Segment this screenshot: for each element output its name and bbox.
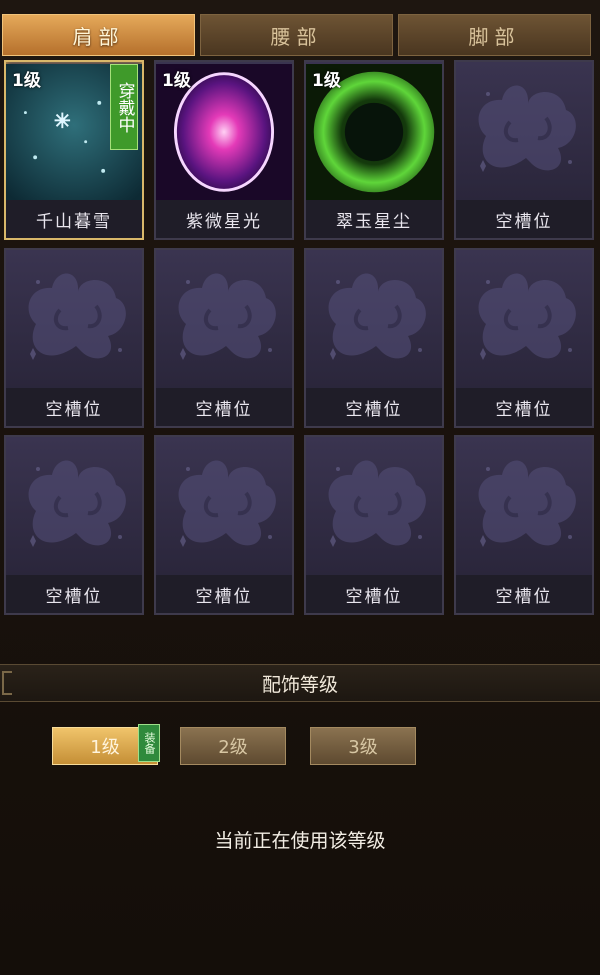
tab-feet[interactable]: 脚部: [398, 14, 591, 56]
slot-name: 空槽位: [306, 388, 442, 426]
slot-name: 空槽位: [306, 575, 442, 613]
slot-name: 紫微星光: [156, 200, 292, 238]
slot-name: 空槽位: [456, 575, 592, 613]
slot-name: 空槽位: [456, 388, 592, 426]
slot-name: 空槽位: [6, 388, 142, 426]
butterfly-icon: [478, 273, 576, 360]
butterfly-icon: [178, 273, 276, 360]
butterfly-icon: [28, 273, 126, 360]
level-3-button[interactable]: 3级: [310, 727, 416, 765]
tab-bar: 肩部 腰部 脚部: [0, 14, 600, 58]
equip-tag: 装备: [138, 724, 160, 762]
empty-slot[interactable]: 空槽位: [454, 248, 594, 428]
accessory-slot[interactable]: 1级紫微星光: [154, 60, 294, 240]
section-title: 配饰等级: [261, 673, 338, 696]
slot-level: 1级: [312, 71, 341, 91]
slot-name: 空槽位: [456, 200, 592, 238]
butterfly-icon: [478, 85, 576, 172]
empty-slot[interactable]: 空槽位: [454, 435, 594, 615]
empty-slot[interactable]: 空槽位: [154, 435, 294, 615]
wearing-badge: 穿戴中: [110, 64, 138, 150]
empty-slot[interactable]: 空槽位: [4, 248, 144, 428]
slot-level: 1级: [162, 71, 191, 91]
butterfly-icon: [28, 460, 126, 547]
slot-name: 千山暮雪: [6, 200, 142, 238]
empty-slot[interactable]: 空槽位: [304, 248, 444, 428]
butterfly-icon: [328, 460, 426, 547]
empty-slot[interactable]: 空槽位: [454, 60, 594, 240]
status-text: 当前正在使用该等级: [214, 830, 386, 852]
slot-name: 空槽位: [156, 575, 292, 613]
tab-waist[interactable]: 腰部: [200, 14, 393, 56]
tab-shoulder[interactable]: 肩部: [2, 14, 195, 56]
slot-level: 1级: [12, 71, 41, 91]
slot-name: 空槽位: [156, 388, 292, 426]
accessory-panel: 肩部 腰部 脚部 1级 穿戴中千山暮雪 1级紫微星光 1级翠玉星尘 空槽位 空槽位…: [0, 0, 600, 975]
slot-name: 翠玉星尘: [306, 200, 442, 238]
accessory-slot[interactable]: 1级翠玉星尘: [304, 60, 444, 240]
empty-slot[interactable]: 空槽位: [154, 248, 294, 428]
empty-slot[interactable]: 空槽位: [304, 435, 444, 615]
section-header: 配饰等级: [0, 664, 600, 702]
butterfly-icon: [478, 460, 576, 547]
accessory-slot[interactable]: 1级 穿戴中千山暮雪: [4, 60, 144, 240]
butterfly-icon: [328, 273, 426, 360]
slot-name: 空槽位: [6, 575, 142, 613]
butterfly-icon: [178, 460, 276, 547]
empty-slot[interactable]: 空槽位: [4, 435, 144, 615]
level-2-button[interactable]: 2级: [180, 727, 286, 765]
